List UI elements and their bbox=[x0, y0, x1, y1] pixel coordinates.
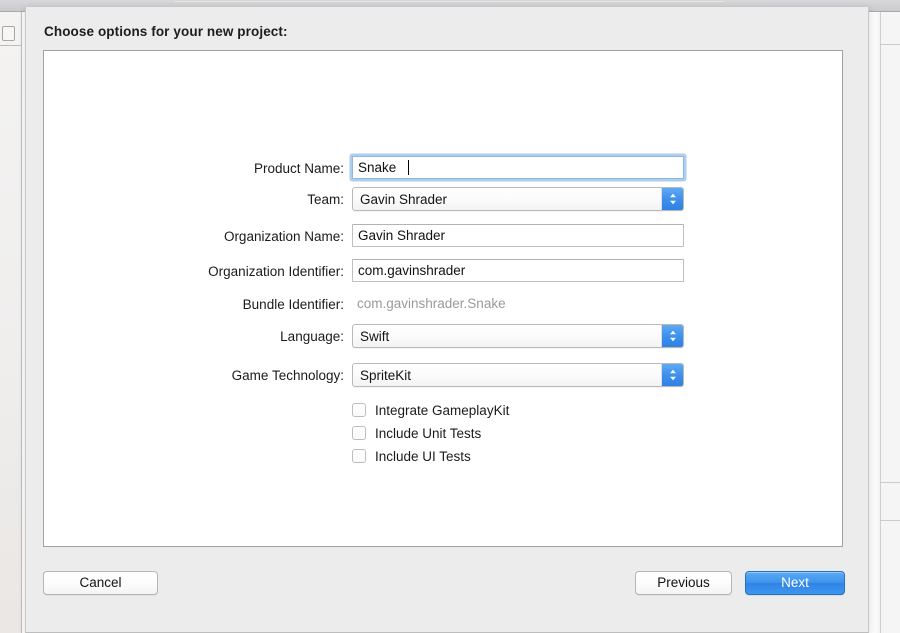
parent-window-right-panel bbox=[880, 12, 900, 633]
organization-name-input[interactable] bbox=[352, 224, 684, 247]
product-name-label: Product Name: bbox=[253, 161, 344, 176]
parent-window-right-gap bbox=[869, 12, 880, 633]
organization-name-control bbox=[352, 224, 684, 247]
form-row-bundle-identifier: Bundle Identifier: com.gavinshrader.Snake bbox=[44, 292, 844, 318]
parent-window-left-divider bbox=[0, 45, 21, 46]
integrate-gameplaykit-checkbox[interactable] bbox=[352, 403, 366, 417]
language-selected-value: Swift bbox=[360, 329, 390, 344]
parent-window-right-divider-3 bbox=[880, 520, 900, 521]
include-unit-tests-label: Include Unit Tests bbox=[375, 426, 482, 441]
titlebar-sheen bbox=[174, 1, 724, 2]
chevron-up-down-icon[interactable] bbox=[661, 325, 683, 347]
chevron-up-down-icon[interactable] bbox=[661, 188, 683, 210]
parent-window-right-divider-1 bbox=[880, 44, 900, 45]
text-cursor bbox=[408, 160, 409, 175]
game-technology-label: Game Technology: bbox=[231, 368, 344, 383]
include-unit-tests-checkbox[interactable] bbox=[352, 426, 366, 440]
form-row-product-name: Product Name: bbox=[44, 156, 844, 182]
bundle-identifier-value: com.gavinshrader.Snake bbox=[357, 296, 506, 311]
chevron-up-down-icon[interactable] bbox=[661, 364, 683, 386]
form-row-organization-name: Organization Name: bbox=[44, 224, 844, 250]
game-technology-popup-button[interactable]: SpriteKit bbox=[352, 363, 684, 387]
next-button[interactable]: Next bbox=[745, 571, 845, 595]
game-technology-selected-value: SpriteKit bbox=[360, 368, 412, 383]
team-popup-button[interactable]: Gavin Shrader bbox=[352, 187, 684, 211]
integrate-gameplaykit-label: Integrate GameplayKit bbox=[375, 403, 510, 418]
previous-button[interactable]: Previous bbox=[635, 571, 732, 595]
parent-window-right-divider-2 bbox=[880, 482, 900, 483]
language-popup-button[interactable]: Swift bbox=[352, 324, 684, 348]
organization-identifier-input[interactable] bbox=[352, 259, 684, 282]
project-options-form: Product Name: Team: Gavin Shrader Organizat… bbox=[44, 51, 844, 548]
organization-name-label: Organization Name: bbox=[223, 229, 344, 244]
game-technology-control: SpriteKit bbox=[352, 363, 684, 387]
team-label: Team: bbox=[307, 192, 344, 207]
form-row-organization-identifier: Organization Identifier: bbox=[44, 259, 844, 285]
parent-window-left-chip bbox=[2, 26, 15, 41]
options-content-panel: Product Name: Team: Gavin Shrader Organizat… bbox=[43, 50, 843, 547]
cancel-button[interactable]: Cancel bbox=[43, 571, 158, 595]
form-row-game-technology: Game Technology: SpriteKit bbox=[44, 363, 844, 389]
bundle-identifier-label: Bundle Identifier: bbox=[242, 297, 344, 312]
sheet-title: Choose options for your new project: bbox=[44, 24, 288, 39]
language-label: Language: bbox=[280, 329, 344, 344]
organization-identifier-label: Organization Identifier: bbox=[208, 264, 344, 279]
organization-identifier-control bbox=[352, 259, 684, 282]
form-row-team: Team: Gavin Shrader bbox=[44, 187, 844, 213]
product-name-input[interactable] bbox=[352, 156, 684, 179]
bundle-identifier-control: com.gavinshrader.Snake bbox=[352, 292, 506, 315]
include-ui-tests-label: Include UI Tests bbox=[375, 449, 471, 464]
form-row-language: Language: Swift bbox=[44, 324, 844, 350]
parent-window-left-panel bbox=[0, 12, 22, 633]
language-control: Swift bbox=[352, 324, 684, 348]
team-control: Gavin Shrader bbox=[352, 187, 684, 211]
include-ui-tests-checkbox[interactable] bbox=[352, 449, 366, 463]
new-project-options-sheet: Choose options for your new project: Pro… bbox=[25, 7, 869, 633]
team-selected-value: Gavin Shrader bbox=[360, 192, 448, 207]
product-name-control bbox=[352, 156, 684, 179]
